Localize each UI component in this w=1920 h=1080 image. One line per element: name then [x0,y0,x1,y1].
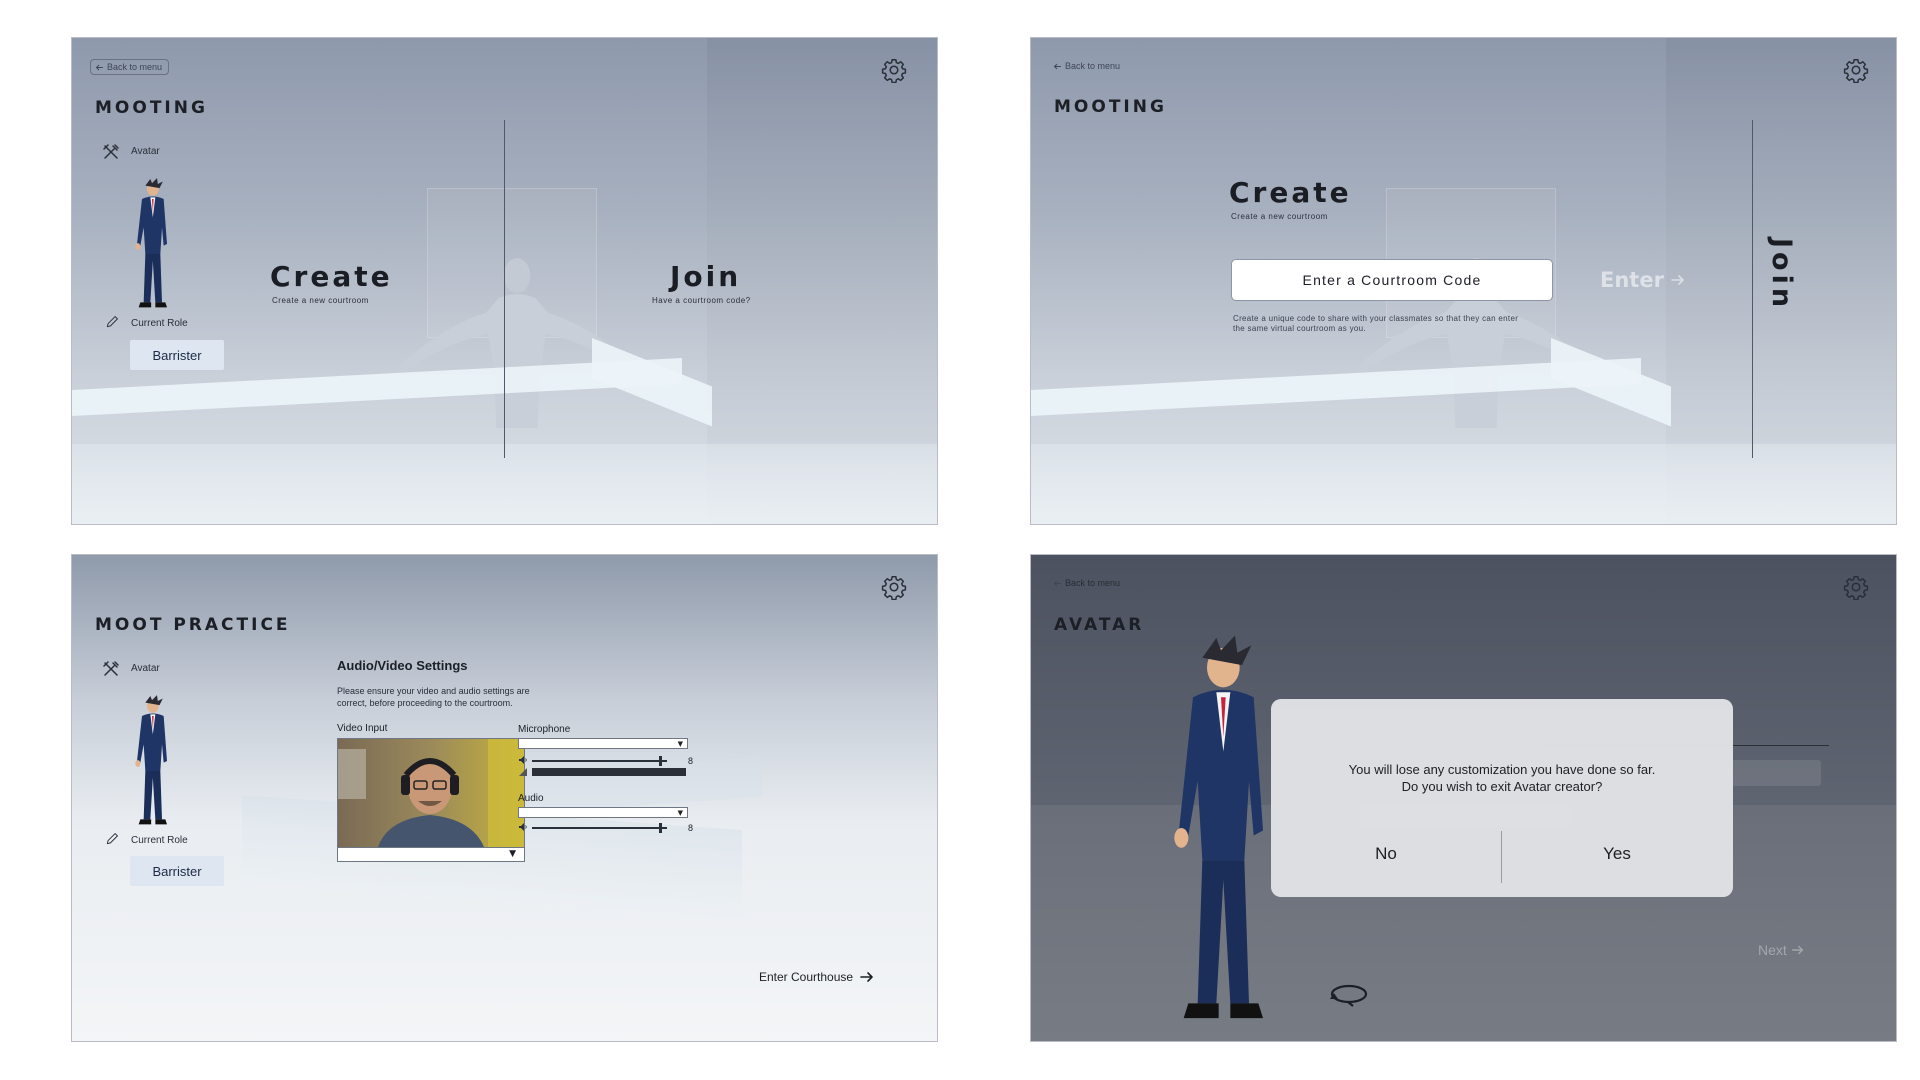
gear-icon[interactable] [881,574,907,600]
chevron-down-icon: ▼ [677,740,683,748]
rotate-icon[interactable] [1328,979,1370,1009]
arrow-left-icon [95,63,104,72]
page-title: MOOTING [95,98,208,118]
next-button[interactable]: Next [1758,942,1805,958]
microphone-label: Microphone [518,724,571,735]
join-title: Join [670,260,742,293]
video-input-dropdown[interactable]: ▼ [338,847,524,861]
screen-mooting-create: Back to menu MOOTING Create Create a new… [1030,37,1897,525]
audio-label: Audio [518,793,544,804]
av-desc-line: correct, before proceeding to the courtr… [337,698,513,708]
signal-icon [519,768,527,776]
arrow-right-icon [1670,272,1686,288]
arrow-left-icon [1053,62,1062,71]
microphone-volume-slider[interactable]: 8 [518,754,693,768]
slider-handle[interactable] [658,823,662,833]
create-subtitle: Create a new courtroom [1231,212,1328,221]
av-settings-description: Please ensure your video and audio setti… [337,685,577,709]
dialog-message: You will lose any customization you have… [1271,761,1733,795]
tools-icon [102,660,120,678]
no-button[interactable]: No [1271,839,1501,869]
av-desc-line: Please ensure your video and audio setti… [337,686,530,696]
slider-track [532,760,667,762]
pencil-icon [105,832,119,846]
back-to-menu-button[interactable]: Back to menu [90,59,170,75]
dialog-message-line: Do you wish to exit Avatar creator? [1401,779,1603,794]
exit-confirm-dialog: You will lose any customization you have… [1271,699,1733,897]
audio-select[interactable]: ▼ [518,807,688,818]
back-to-menu-button[interactable]: Back to menu [1049,576,1126,590]
microphone-level-meter [518,767,688,777]
page-title: AVATAR [1054,615,1145,635]
role-button[interactable]: Barrister [130,340,224,370]
arrow-right-icon [1791,943,1805,957]
code-hint: Create a unique code to share with your … [1233,314,1553,334]
courtroom-code-input[interactable]: Enter a Courtroom Code [1231,259,1553,301]
mannequin-figure [382,253,652,428]
enter-button[interactable]: Enter [1600,268,1686,292]
arrow-right-icon [859,969,875,985]
av-settings-title: Audio/Video Settings [337,658,468,673]
video-input-label: Video Input [337,723,388,734]
tools-icon [102,143,120,161]
speaker-icon [518,755,528,765]
webcam-preview [338,739,524,847]
join-option[interactable]: Join [1766,238,1797,311]
floor [1031,444,1896,524]
slider-track [532,827,667,829]
next-label: Next [1758,942,1787,958]
screen-moot-practice: MOOT PRACTICE Avatar Current Role Barris… [71,554,938,1042]
avatar-model[interactable] [1151,633,1291,1028]
yes-button[interactable]: Yes [1502,839,1732,869]
gear-icon[interactable] [1843,57,1869,83]
enter-courthouse-button[interactable]: Enter Courthouse [759,969,875,985]
dialog-message-line: You will lose any customization you have… [1348,762,1656,777]
create-subtitle: Create a new courtroom [272,296,369,305]
arrow-left-icon [1053,579,1062,588]
divider [1752,120,1753,458]
gear-icon[interactable] [1843,574,1869,600]
video-input-select[interactable]: ▼ [337,738,525,862]
code-hint-line: the same virtual courtroom as you. [1233,324,1366,333]
screen-mooting-menu: Back to menu MOOTING Avatar Current Role… [71,37,938,525]
enter-label: Enter [1600,268,1664,292]
level-bar [532,768,686,776]
microphone-select[interactable]: ▼ [518,738,688,749]
slider-handle[interactable] [658,756,662,766]
code-hint-line: Create a unique code to share with your … [1233,314,1519,323]
chevron-down-icon: ▼ [677,809,683,817]
screen-avatar-creator: Back to menu AVATAR Next You will lose a… [1030,554,1897,1042]
speaker-icon [518,822,528,832]
join-subtitle: Have a courtroom code? [652,296,751,305]
audio-volume-value: 8 [687,823,693,833]
divider [504,120,505,458]
create-title: Create [270,260,393,293]
enter-courthouse-label: Enter Courthouse [759,970,854,984]
avatar-label: Avatar [131,663,160,674]
avatar-preview[interactable] [127,168,177,320]
page-title: MOOTING [1054,97,1167,117]
gear-icon[interactable] [881,57,907,83]
back-to-menu-label: Back to menu [1065,578,1121,588]
back-to-menu-button[interactable]: Back to menu [1049,59,1126,73]
current-role-label: Current Role [131,835,188,846]
back-to-menu-label: Back to menu [1065,61,1121,71]
create-title: Create [1229,176,1352,209]
pencil-icon [105,315,119,329]
back-to-menu-label: Back to menu [107,62,163,72]
chevron-down-icon: ▼ [509,849,516,859]
avatar-label: Avatar [131,146,160,157]
microphone-volume-value: 8 [687,756,693,766]
role-button[interactable]: Barrister [130,856,224,886]
page-title: MOOT PRACTICE [95,615,291,635]
current-role-label: Current Role [131,318,188,329]
avatar-preview[interactable] [127,685,177,837]
audio-volume-slider[interactable]: 8 [518,821,693,835]
